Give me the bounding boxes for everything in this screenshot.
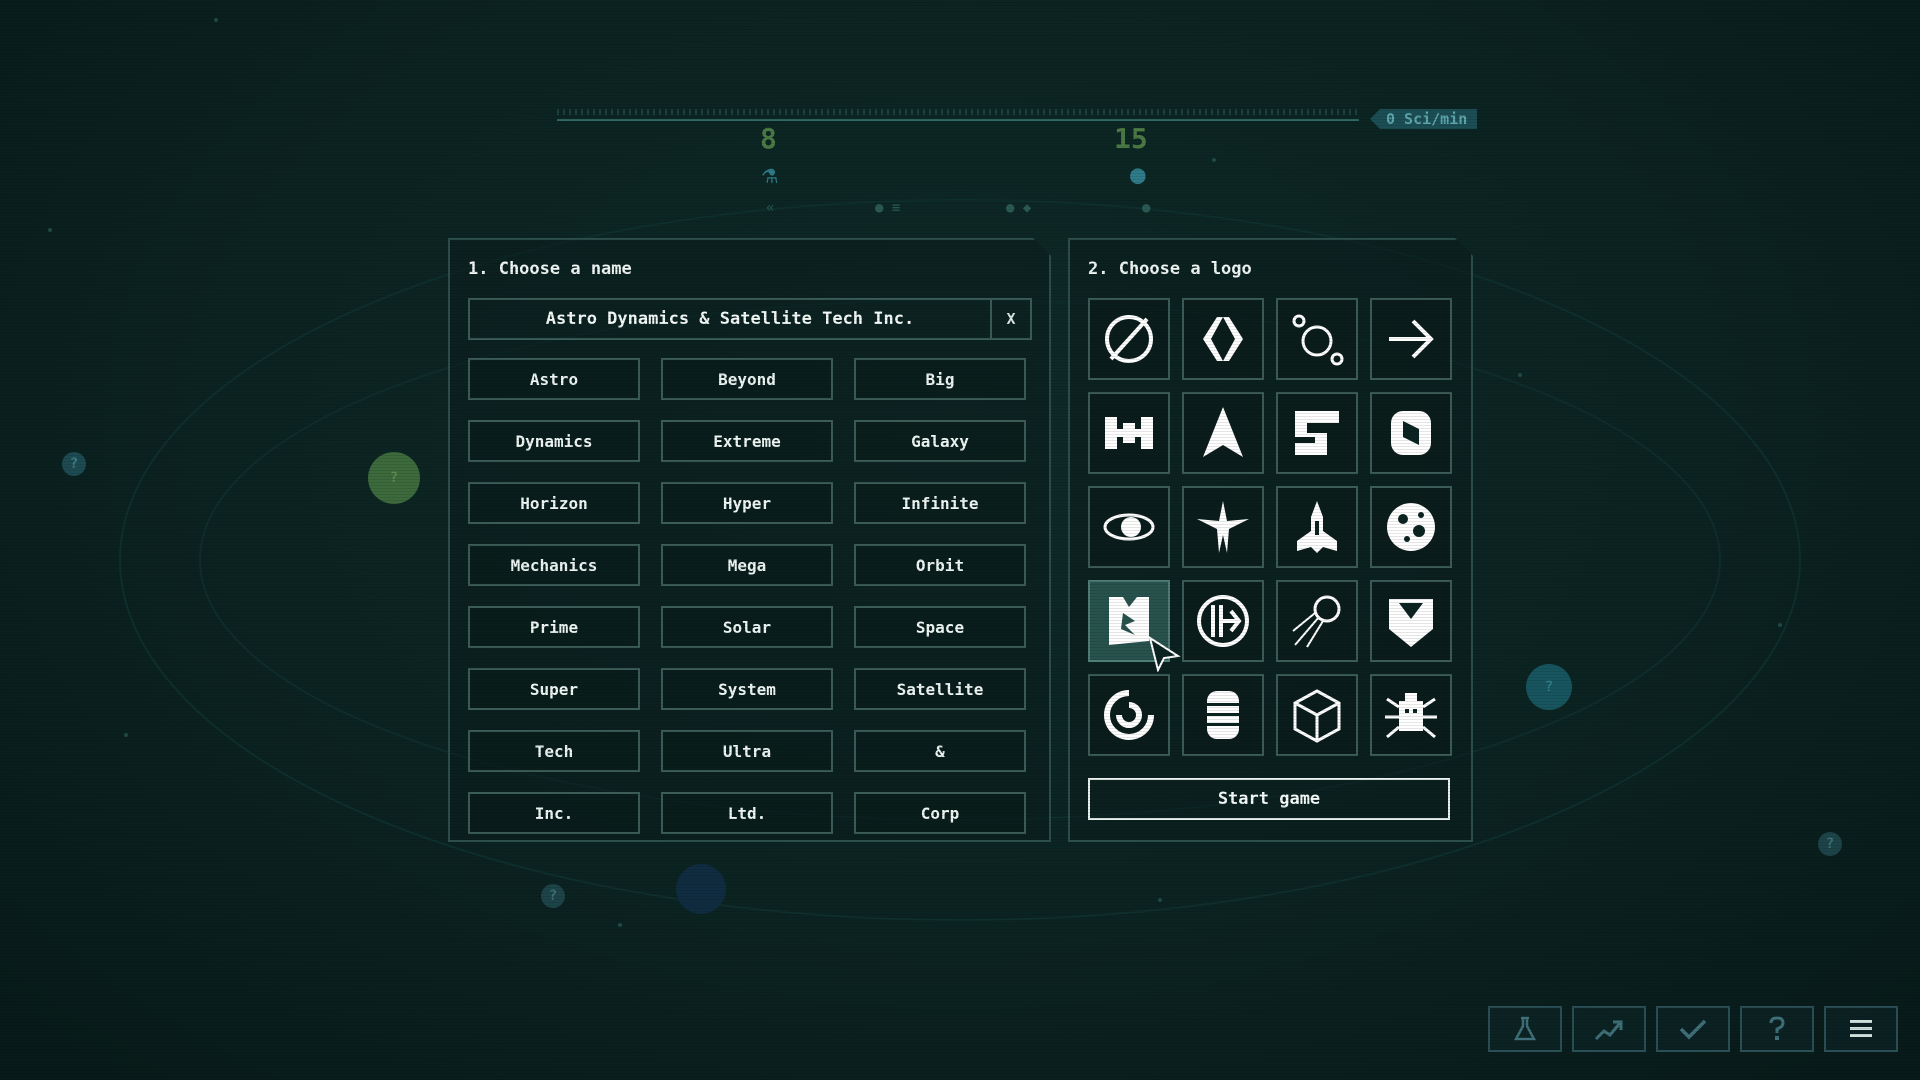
word-button[interactable]: Dynamics [468,420,640,462]
orbit-circles-icon [1287,309,1347,369]
research-button[interactable] [1488,1006,1562,1052]
logo-starburst-ship[interactable] [1182,486,1264,568]
logo-cube[interactable] [1276,674,1358,756]
logo-square-spiral[interactable] [1276,392,1358,474]
dot-icon: ● [1142,200,1151,216]
barrel-icon [1193,685,1253,745]
diamond-brackets-icon [1193,309,1253,369]
diamond-icon: ● ◆ [1006,200,1032,216]
circle-arrow-icon [1193,591,1253,651]
satellite-h-icon [1099,403,1159,463]
word-button[interactable]: Solar [661,606,833,648]
logo-satellite-h[interactable] [1088,392,1170,474]
word-button[interactable]: Extreme [661,420,833,462]
word-button[interactable]: Tech [468,730,640,772]
rocket-arrow-icon [1193,403,1253,463]
logo-rocket-arrow[interactable] [1182,392,1264,474]
logo-arrow-right[interactable] [1370,298,1452,380]
word-button[interactable]: Orbit [854,544,1026,586]
logo-spaceship[interactable] [1276,486,1358,568]
chevron-left-icon: « [766,200,775,216]
word-button[interactable]: Mechanics [468,544,640,586]
flask-icon [1513,1016,1537,1041]
start-game-button[interactable]: Start game [1088,778,1450,820]
shield-x-icon [1381,591,1441,651]
logo-moon[interactable] [1370,486,1452,568]
word-button[interactable]: Ultra [661,730,833,772]
clear-name-button[interactable]: X [990,298,1032,340]
help-button[interactable] [1740,1006,1814,1052]
logo-null-sign[interactable] [1088,298,1170,380]
map-marker-question[interactable]: ? [1526,664,1572,710]
word-button[interactable]: Big [854,358,1026,400]
word-button[interactable]: Infinite [854,482,1026,524]
word-button[interactable]: Galaxy [854,420,1026,462]
logo-sputnik[interactable] [1276,580,1358,662]
arrow-right-icon [1381,309,1441,369]
word-button[interactable]: Beyond [661,358,833,400]
mouse-cursor-icon [1148,636,1181,672]
logo-eye-orbit[interactable] [1088,486,1170,568]
logo-shield-x[interactable] [1370,580,1452,662]
name-panel: 1. Choose a name Astro Dynamics & Satell… [448,238,1051,842]
logo-panel: 2. Choose a logo Start game [1068,238,1473,842]
check-icon [1679,1019,1707,1040]
logo-barrel[interactable] [1182,674,1264,756]
square-spiral-icon [1287,403,1347,463]
map-marker-question[interactable]: ? [541,884,565,908]
word-button[interactable]: Ltd. [661,792,833,834]
chain-link-icon [1381,403,1441,463]
word-button[interactable]: Horizon [468,482,640,524]
moon-icon [1381,497,1441,557]
stats-button[interactable] [1572,1006,1646,1052]
null-sign-icon [1099,309,1159,369]
chart-up-icon [1594,1020,1623,1041]
starburst-ship-icon [1193,497,1253,557]
goals-button[interactable] [1656,1006,1730,1052]
sputnik-icon [1287,591,1347,651]
word-button[interactable]: Satellite [854,668,1026,710]
word-button[interactable]: Corp [854,792,1026,834]
word-button[interactable]: Hyper [661,482,833,524]
map-marker-question[interactable]: ? [62,452,86,476]
word-button[interactable]: Inc. [468,792,640,834]
coin-icon: ● [1130,160,1146,190]
word-button[interactable]: Astro [468,358,640,400]
list-icon: ● ≡ [875,200,901,216]
planet-marker [676,864,726,914]
name-word-grid: Astro Beyond Big Dynamics Extreme Galaxy… [468,358,1026,834]
stat-left-value: 8 [760,122,777,155]
word-button[interactable]: & [854,730,1026,772]
logo-robot-beetle[interactable] [1370,674,1452,756]
logo-diamond-brackets[interactable] [1182,298,1264,380]
question-icon [1769,1016,1785,1040]
menu-button[interactable] [1824,1006,1898,1052]
menu-icon [1850,1020,1872,1037]
science-rate-badge: 0 Sci/min [1370,109,1478,129]
logo-panel-title: 2. Choose a logo [1088,259,1252,279]
map-marker-question[interactable]: ? [1818,832,1842,856]
logo-chain-link[interactable] [1370,392,1452,474]
word-button[interactable]: Space [854,606,1026,648]
spiral-icon [1099,685,1159,745]
company-name-field[interactable]: Astro Dynamics & Satellite Tech Inc. [468,298,992,340]
logo-circle-arrow[interactable] [1182,580,1264,662]
cube-icon [1287,685,1347,745]
word-button[interactable]: Prime [468,606,640,648]
logo-spiral[interactable] [1088,674,1170,756]
logo-orbit-circles[interactable] [1276,298,1358,380]
robot-beetle-icon [1381,685,1441,745]
word-button[interactable]: System [661,668,833,710]
bottom-toolbar [1488,1006,1898,1052]
flask-icon: ⚗ [762,160,778,190]
word-button[interactable]: Super [468,668,640,710]
word-button[interactable]: Mega [661,544,833,586]
logo-grid [1088,298,1452,756]
name-panel-title: 1. Choose a name [468,259,632,279]
spaceship-icon [1287,497,1347,557]
stat-right-value: 15 [1114,122,1148,155]
map-marker-question[interactable]: ? [368,452,420,504]
science-progress-bar [557,109,1359,121]
eye-orbit-icon [1099,497,1159,557]
